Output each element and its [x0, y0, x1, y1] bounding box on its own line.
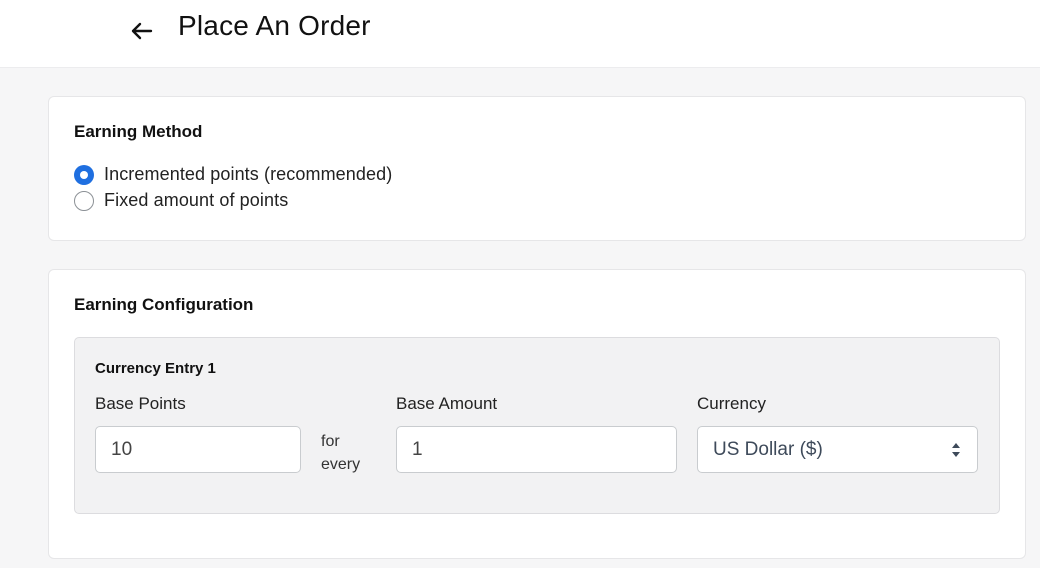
page-header: Place An Order: [0, 0, 1040, 68]
currency-label: Currency: [697, 394, 766, 413]
for-every-text: for every: [321, 433, 361, 473]
base-amount-label: Base Amount: [396, 394, 498, 413]
radio-label-incremented: Incremented points (recommended): [104, 164, 393, 184]
radio-option-fixed[interactable]: Fixed amount of points: [74, 190, 288, 211]
back-button[interactable]: [126, 17, 156, 45]
currency-entry-title: Currency Entry 1: [95, 360, 216, 377]
radio-button-checked[interactable]: [74, 164, 94, 185]
earning-configuration-card: Earning Configuration Currency Entry 1 B…: [48, 269, 1026, 559]
radio-label-fixed: Fixed amount of points: [104, 190, 289, 210]
currency-entry-box: Currency Entry 1 Base Points for every B…: [74, 337, 1000, 514]
currency-select[interactable]: US Dollar ($): [697, 426, 978, 473]
base-amount-input[interactable]: [396, 426, 677, 473]
earning-configuration-title: Earning Configuration: [74, 295, 254, 314]
base-points-label: Base Points: [95, 394, 186, 413]
radio-button-unchecked[interactable]: [74, 190, 94, 211]
page-title: Place An Order: [178, 10, 371, 41]
currency-select-value: US Dollar ($): [713, 438, 823, 460]
earning-method-card: Earning Method Incremented points (recom…: [48, 96, 1026, 241]
base-points-input[interactable]: [95, 426, 301, 473]
arrow-left-icon: [131, 22, 153, 40]
earning-method-title: Earning Method: [74, 122, 203, 141]
radio-option-incremented[interactable]: Incremented points (recommended): [74, 164, 392, 185]
select-arrows-icon: [950, 441, 962, 459]
